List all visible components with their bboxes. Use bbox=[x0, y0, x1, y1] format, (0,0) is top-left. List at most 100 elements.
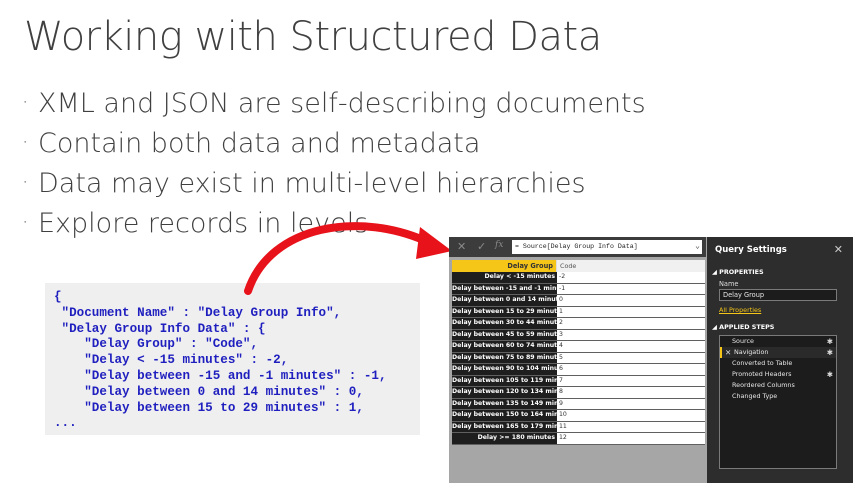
code-line: "Delay Group" : "Code", bbox=[54, 337, 259, 352]
row-value-cell[interactable]: -1 bbox=[557, 283, 705, 294]
gear-icon[interactable]: ✱ bbox=[827, 336, 833, 347]
table-row[interactable]: Delay between 75 to 89 minutes 5 bbox=[452, 352, 705, 364]
row-value-cell[interactable]: 10 bbox=[557, 410, 705, 421]
row-key-cell[interactable]: Delay between 150 to 164 minutes bbox=[452, 410, 557, 421]
delete-step-icon[interactable]: ✕ bbox=[725, 347, 731, 358]
row-value-cell[interactable]: 4 bbox=[557, 341, 705, 352]
table-row[interactable]: Delay between 90 to 104 minutes6 bbox=[452, 364, 705, 376]
applied-step-item[interactable]: Source ✱ bbox=[720, 336, 836, 347]
column-header-value[interactable]: Code bbox=[557, 260, 705, 272]
formula-text: = Source[Delay Group Info Data] bbox=[515, 243, 638, 250]
table-row[interactable]: Delay between 60 to 74 minutes 4 bbox=[452, 341, 705, 353]
name-label: Name bbox=[719, 280, 739, 288]
applied-step-label: Reordered Columns bbox=[732, 381, 795, 389]
formula-bar: ✕ ✓ fx = Source[Delay Group Info Data] ⌄ bbox=[449, 237, 706, 257]
row-value-cell[interactable]: 12 bbox=[557, 433, 705, 444]
close-icon[interactable]: ✕ bbox=[834, 243, 843, 256]
table-row[interactable]: Delay >= 180 minutes 12 bbox=[452, 433, 705, 445]
table-row[interactable]: Delay between 135 to 149 minutes9 bbox=[452, 398, 705, 410]
gear-icon[interactable]: ✱ bbox=[827, 369, 833, 380]
row-value-cell[interactable]: 1 bbox=[557, 306, 705, 317]
fx-icon[interactable]: fx bbox=[495, 240, 503, 250]
row-key-cell[interactable]: Delay between 165 to 179 minutes bbox=[452, 421, 557, 432]
row-value-cell[interactable]: 5 bbox=[557, 352, 705, 363]
applied-steps-heading[interactable]: ◢ APPLIED STEPS bbox=[712, 323, 774, 331]
table-row[interactable]: Delay between 30 to 44 minutes 2 bbox=[452, 318, 705, 330]
json-code-sample: { "Document Name" : "Delay Group Info", … bbox=[45, 283, 420, 435]
row-value-cell[interactable]: 9 bbox=[557, 398, 705, 409]
bullet-dot-icon: · bbox=[22, 210, 29, 234]
bullet-text: Contain both data and metadata bbox=[38, 128, 481, 159]
row-key-cell[interactable]: Delay between 105 to 119 minutes bbox=[452, 375, 557, 386]
table-row[interactable]: Delay between 120 to 134 minutes8 bbox=[452, 387, 705, 399]
table-row[interactable]: Delay between 15 to 29 minutes 1 bbox=[452, 306, 705, 318]
bullet-item: · Contain both data and metadata bbox=[22, 124, 646, 164]
row-value-cell[interactable]: 6 bbox=[557, 364, 705, 375]
row-key-cell[interactable]: Delay between 60 to 74 minutes bbox=[452, 341, 557, 352]
table-row[interactable]: Delay between 150 to 164 minutes10 bbox=[452, 410, 705, 422]
row-value-cell[interactable]: 3 bbox=[557, 329, 705, 340]
all-properties-link[interactable]: All Properties bbox=[719, 306, 761, 314]
row-key-cell[interactable]: Delay between 120 to 134 minutes bbox=[452, 387, 557, 398]
query-name-input[interactable]: Delay Group bbox=[719, 289, 837, 301]
row-value-cell[interactable]: 8 bbox=[557, 387, 705, 398]
code-line: "Delay between 15 to 29 minutes" : 1, bbox=[54, 400, 364, 415]
table-rows: Delay < -15 minutes -2 Delay between -15 a… bbox=[452, 272, 705, 445]
bullet-item: · Data may exist in multi-level hierarchi… bbox=[22, 164, 646, 204]
applied-step-item[interactable]: Reordered Columns bbox=[720, 380, 836, 391]
column-header-key[interactable]: Delay Group bbox=[452, 260, 557, 272]
applied-step-label: Converted to Table bbox=[732, 359, 793, 367]
slide-title: Working with Structured Data bbox=[24, 14, 602, 60]
formula-input[interactable]: = Source[Delay Group Info Data] ⌄ bbox=[512, 240, 702, 254]
applied-step-item[interactable]: Promoted Headers ✱ bbox=[720, 369, 836, 380]
row-key-cell[interactable]: Delay between 45 to 59 minutes bbox=[452, 329, 557, 340]
row-key-cell[interactable]: Delay < -15 minutes bbox=[452, 272, 557, 283]
row-key-cell[interactable]: Delay >= 180 minutes bbox=[452, 433, 557, 444]
row-key-cell[interactable]: Delay between 0 and 14 minutes bbox=[452, 295, 557, 306]
row-key-cell[interactable]: Delay between 90 to 104 minutes bbox=[452, 364, 557, 375]
bullet-text: XML and JSON are self-describing documen… bbox=[38, 88, 646, 119]
applied-step-label: Promoted Headers bbox=[732, 370, 792, 378]
applied-step-item[interactable]: Changed Type bbox=[720, 391, 836, 402]
code-line: ... bbox=[54, 416, 77, 431]
row-key-cell[interactable]: Delay between 30 to 44 minutes bbox=[452, 318, 557, 329]
row-key-cell[interactable]: Delay between 15 to 29 minutes bbox=[452, 306, 557, 317]
row-value-cell[interactable]: 7 bbox=[557, 375, 705, 386]
bullet-dot-icon: · bbox=[22, 170, 29, 194]
row-value-cell[interactable]: -2 bbox=[557, 272, 705, 283]
code-line: "Delay between -15 and -1 minutes" : -1, bbox=[54, 368, 387, 383]
applied-step-label: Navigation bbox=[734, 348, 769, 356]
row-value-cell[interactable]: 0 bbox=[557, 295, 705, 306]
table-row[interactable]: Delay between 105 to 119 minutes7 bbox=[452, 375, 705, 387]
gear-icon[interactable]: ✱ bbox=[827, 347, 833, 358]
applied-steps-list: Source ✱ ✕ Navigation ✱ Converted to Table Pro… bbox=[719, 335, 837, 469]
code-line: "Delay < -15 minutes" : -2, bbox=[54, 353, 289, 368]
table-row[interactable]: Delay < -15 minutes -2 bbox=[452, 272, 705, 284]
cancel-icon[interactable]: ✕ bbox=[457, 240, 466, 253]
table-row[interactable]: Delay between 0 and 14 minutes 0 bbox=[452, 295, 705, 307]
table-row[interactable]: Delay between -15 and -1 minutes-1 bbox=[452, 283, 705, 295]
query-settings-pane: Query Settings ✕ ◢ PROPERTIES Name Delay… bbox=[707, 237, 853, 483]
curved-arrow-icon bbox=[244, 222, 452, 295]
chevron-down-icon[interactable]: ⌄ bbox=[695, 240, 700, 254]
power-query-editor: ✕ ✓ fx = Source[Delay Group Info Data] ⌄… bbox=[449, 237, 853, 483]
applied-step-label: Source bbox=[732, 337, 754, 345]
properties-heading[interactable]: ◢ PROPERTIES bbox=[712, 268, 764, 276]
row-key-cell[interactable]: Delay between 135 to 149 minutes bbox=[452, 398, 557, 409]
commit-icon[interactable]: ✓ bbox=[477, 240, 486, 253]
table-row[interactable]: Delay between 45 to 59 minutes 3 bbox=[452, 329, 705, 341]
applied-step-item[interactable]: ✕ Navigation ✱ bbox=[720, 347, 836, 358]
row-key-cell[interactable]: Delay between 75 to 89 minutes bbox=[452, 352, 557, 363]
bullet-item: · XML and JSON are self-describing docume… bbox=[22, 84, 646, 124]
row-key-cell[interactable]: Delay between -15 and -1 minutes bbox=[452, 283, 557, 294]
arrow-head bbox=[416, 227, 452, 259]
applied-step-item[interactable]: Converted to Table bbox=[720, 358, 836, 369]
bullet-dot-icon: · bbox=[22, 130, 29, 154]
row-value-cell[interactable]: 11 bbox=[557, 421, 705, 432]
record-table: Delay Group Code Delay < -15 minutes -2 De… bbox=[452, 260, 705, 445]
bullet-dot-icon: · bbox=[22, 90, 29, 114]
row-value-cell[interactable]: 2 bbox=[557, 318, 705, 329]
bullet-text: Data may exist in multi-level hierarchie… bbox=[38, 168, 586, 199]
code-line: "Document Name" : "Delay Group Info", bbox=[54, 305, 342, 320]
table-row[interactable]: Delay between 165 to 179 minutes11 bbox=[452, 421, 705, 433]
